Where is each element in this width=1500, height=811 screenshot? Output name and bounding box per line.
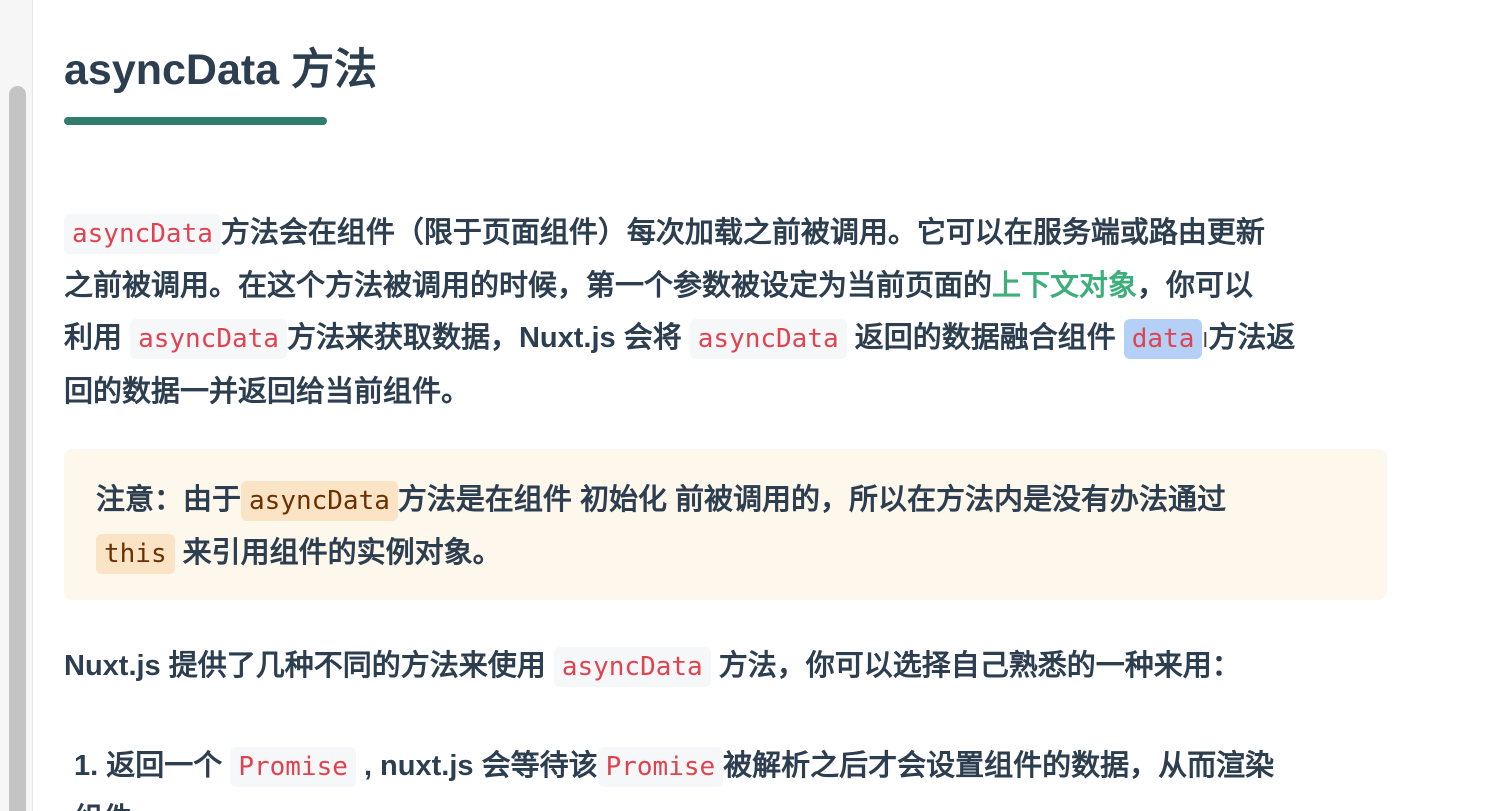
text: 方法是在组件 初始化 前被调用的，所以在方法内是没有办法通过: [397, 484, 1227, 516]
code-promise: Promise: [230, 747, 356, 787]
text: 返回一个: [98, 750, 231, 782]
vertical-scrollbar[interactable]: [0, 0, 33, 811]
text: 方法，你可以选择自己熟悉的一种来用：: [710, 650, 1241, 682]
text: 方法会在组件（限于页面组件）每次加载之前被调用。它可以在服务端或路由更新: [220, 217, 1265, 249]
code-asyncdata: asyncData: [241, 481, 398, 521]
code-this: this: [96, 534, 175, 574]
context-object-link[interactable]: 上下文对象: [992, 270, 1137, 302]
code-asyncdata: asyncData: [689, 319, 847, 359]
code-data-selected: data: [1123, 319, 1203, 359]
page-title: asyncData 方法: [64, 46, 378, 94]
list-number: 1.: [74, 750, 99, 782]
scrollbar-thumb[interactable]: [9, 86, 26, 811]
text: 之前被调用。在这个方法被调用的时候，第一个参数被设定为当前页面的: [64, 270, 993, 302]
list-item: 1. 返回一个 Promise , nuxt.js 会等待该 Promise 被解析…: [74, 740, 1274, 811]
code-asyncdata: asyncData: [553, 647, 711, 687]
text: 回的数据一并返回给当前组件。: [64, 376, 471, 408]
tip-box: 注意：由于 asyncData 方法是在组件 初始化 前被调用的，所以在方法内是没有…: [64, 449, 1387, 600]
text: , nuxt.js 会等待该: [355, 750, 598, 782]
text: Nuxt.js 提供了几种不同的方法来使用: [64, 650, 554, 682]
text: 返回的数据融合组件: [846, 322, 1124, 354]
tip-text: 注意：由于 asyncData 方法是在组件 初始化 前被调用的，所以在方法内是没有…: [96, 474, 1226, 580]
methods-paragraph: Nuxt.js 提供了几种不同的方法来使用 asyncData 方法，你可以选择…: [64, 640, 1241, 693]
text: 方法来获取数据，Nuxt.js 会将: [286, 322, 690, 354]
code-asyncdata: asyncData: [130, 319, 287, 359]
code-asyncdata: asyncData: [64, 214, 221, 254]
intro-paragraph: asyncData 方法会在组件（限于页面组件）每次加载之前被调用。它可以在服务端…: [64, 207, 1295, 418]
text: ，你可以: [1137, 270, 1254, 302]
text: 来引用组件的实例对象。: [174, 537, 502, 569]
text: 方法返: [1208, 322, 1296, 354]
text: 注意：由于: [96, 484, 242, 516]
title-underline: [64, 117, 327, 125]
text: 组件: [74, 803, 132, 811]
code-promise: Promise: [597, 747, 724, 787]
text: 被解析之后才会设置组件的数据，从而渲染: [723, 750, 1275, 782]
text: 利用: [64, 322, 131, 354]
